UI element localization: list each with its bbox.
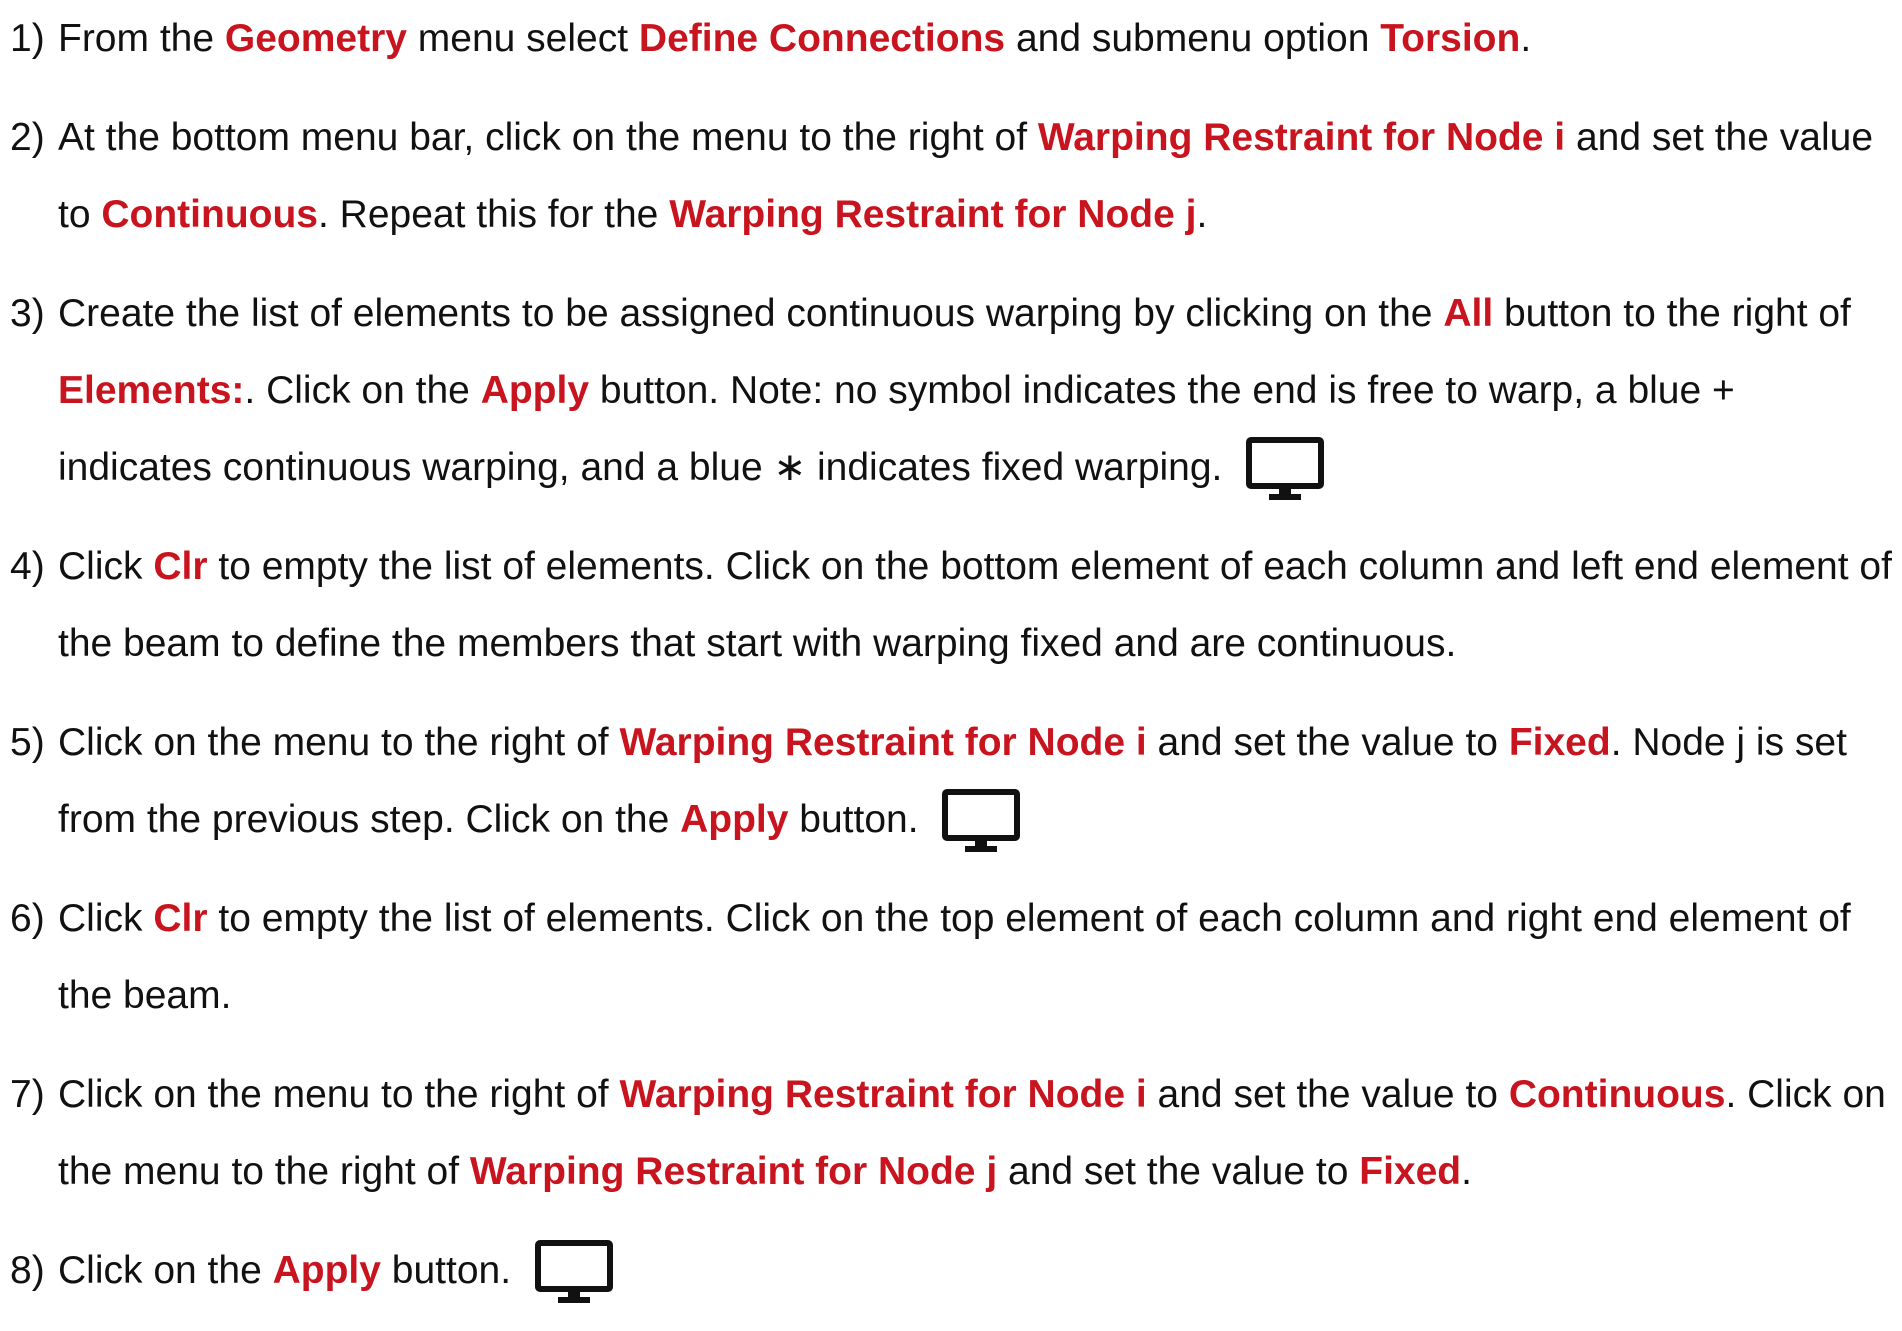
highlight-term: Apply xyxy=(272,1249,381,1292)
highlight-term: Elements: xyxy=(58,369,245,412)
highlight-term: Geometry xyxy=(224,17,407,60)
highlight-term: Torsion xyxy=(1380,17,1521,60)
step-text: to empty the list of elements. Click on … xyxy=(58,897,1851,1017)
step-text: . xyxy=(1196,193,1208,236)
instruction-step: 4) Click Clr to empty the list of element… xyxy=(10,528,1895,682)
highlight-term: Fixed xyxy=(1508,721,1611,764)
step-text: to empty the list of elements. Click on … xyxy=(58,545,1892,665)
step-text: . xyxy=(1461,1150,1472,1193)
step-text: . xyxy=(1520,17,1532,60)
highlight-term: Continuous xyxy=(101,193,318,236)
highlight-term: Warping Restraint for Node j xyxy=(469,1150,998,1193)
monitor-icon[interactable] xyxy=(1245,436,1325,504)
instruction-step: 2) At the bottom menu bar, click on the m… xyxy=(10,99,1895,253)
step-number: 8) xyxy=(10,1249,45,1292)
step-text: Click xyxy=(58,897,154,940)
step-text: Click on the menu to the right of xyxy=(58,1073,620,1116)
highlight-term: Warping Restraint for Node i xyxy=(619,1073,1147,1116)
step-text: Click xyxy=(58,545,154,588)
step-text: Click on the xyxy=(58,1249,273,1292)
step-number: 6) xyxy=(10,897,45,940)
step-text: Create the list of elements to be assign… xyxy=(58,292,1444,335)
instruction-step: 7) Click on the menu to the right of Warp… xyxy=(10,1056,1895,1210)
step-text: . Repeat this for the xyxy=(318,193,670,236)
instruction-step: 8) Click on the Apply button. xyxy=(10,1232,1895,1309)
highlight-term: Warping Restraint for Node j xyxy=(669,193,1197,236)
monitor-icon[interactable] xyxy=(534,1239,614,1307)
highlight-term: All xyxy=(1443,292,1494,335)
step-number: 5) xyxy=(10,721,45,764)
instruction-step: 3) Create the list of elements to be assi… xyxy=(10,275,1895,506)
step-text: button to the right of xyxy=(1493,292,1851,335)
highlight-term: Continuous xyxy=(1508,1073,1726,1116)
instruction-step: 1) From the Geometry menu select Define C… xyxy=(10,0,1895,77)
highlight-term: Warping Restraint for Node i xyxy=(1037,116,1566,159)
step-text: menu select xyxy=(406,17,639,60)
instruction-step: 5) Click on the menu to the right of Warp… xyxy=(10,704,1895,858)
highlight-term: Warping Restraint for Node i xyxy=(619,721,1147,764)
step-text: At the bottom menu bar, click on the men… xyxy=(58,116,1038,159)
step-number: 3) xyxy=(10,292,45,335)
step-text: and set the value to xyxy=(1146,1073,1509,1116)
instruction-list: 1) From the Geometry menu select Define C… xyxy=(10,0,1895,1331)
monitor-icon[interactable] xyxy=(941,788,1021,856)
step-number: 7) xyxy=(10,1073,45,1116)
highlight-term: Clr xyxy=(153,545,208,588)
step-text: and submenu option xyxy=(1005,17,1381,60)
highlight-term: Clr xyxy=(153,897,208,940)
step-text: . Click on the xyxy=(244,369,481,412)
highlight-term: Apply xyxy=(680,798,789,841)
step-text: button. xyxy=(788,798,930,841)
step-number: 4) xyxy=(10,545,45,588)
step-text: and set the value to xyxy=(997,1150,1360,1193)
highlight-term: Apply xyxy=(480,369,590,412)
step-text: Click on the menu to the right of xyxy=(58,721,620,764)
step-number: 2) xyxy=(10,116,45,159)
step-text: and set the value to xyxy=(1146,721,1509,764)
highlight-term: Define Connections xyxy=(638,17,1006,60)
step-text: From the xyxy=(58,17,225,60)
highlight-term: Fixed xyxy=(1359,1150,1462,1193)
instruction-step: 6) Click Clr to empty the list of element… xyxy=(10,880,1895,1034)
step-number: 1) xyxy=(10,17,45,60)
step-text: button. xyxy=(380,1249,522,1292)
